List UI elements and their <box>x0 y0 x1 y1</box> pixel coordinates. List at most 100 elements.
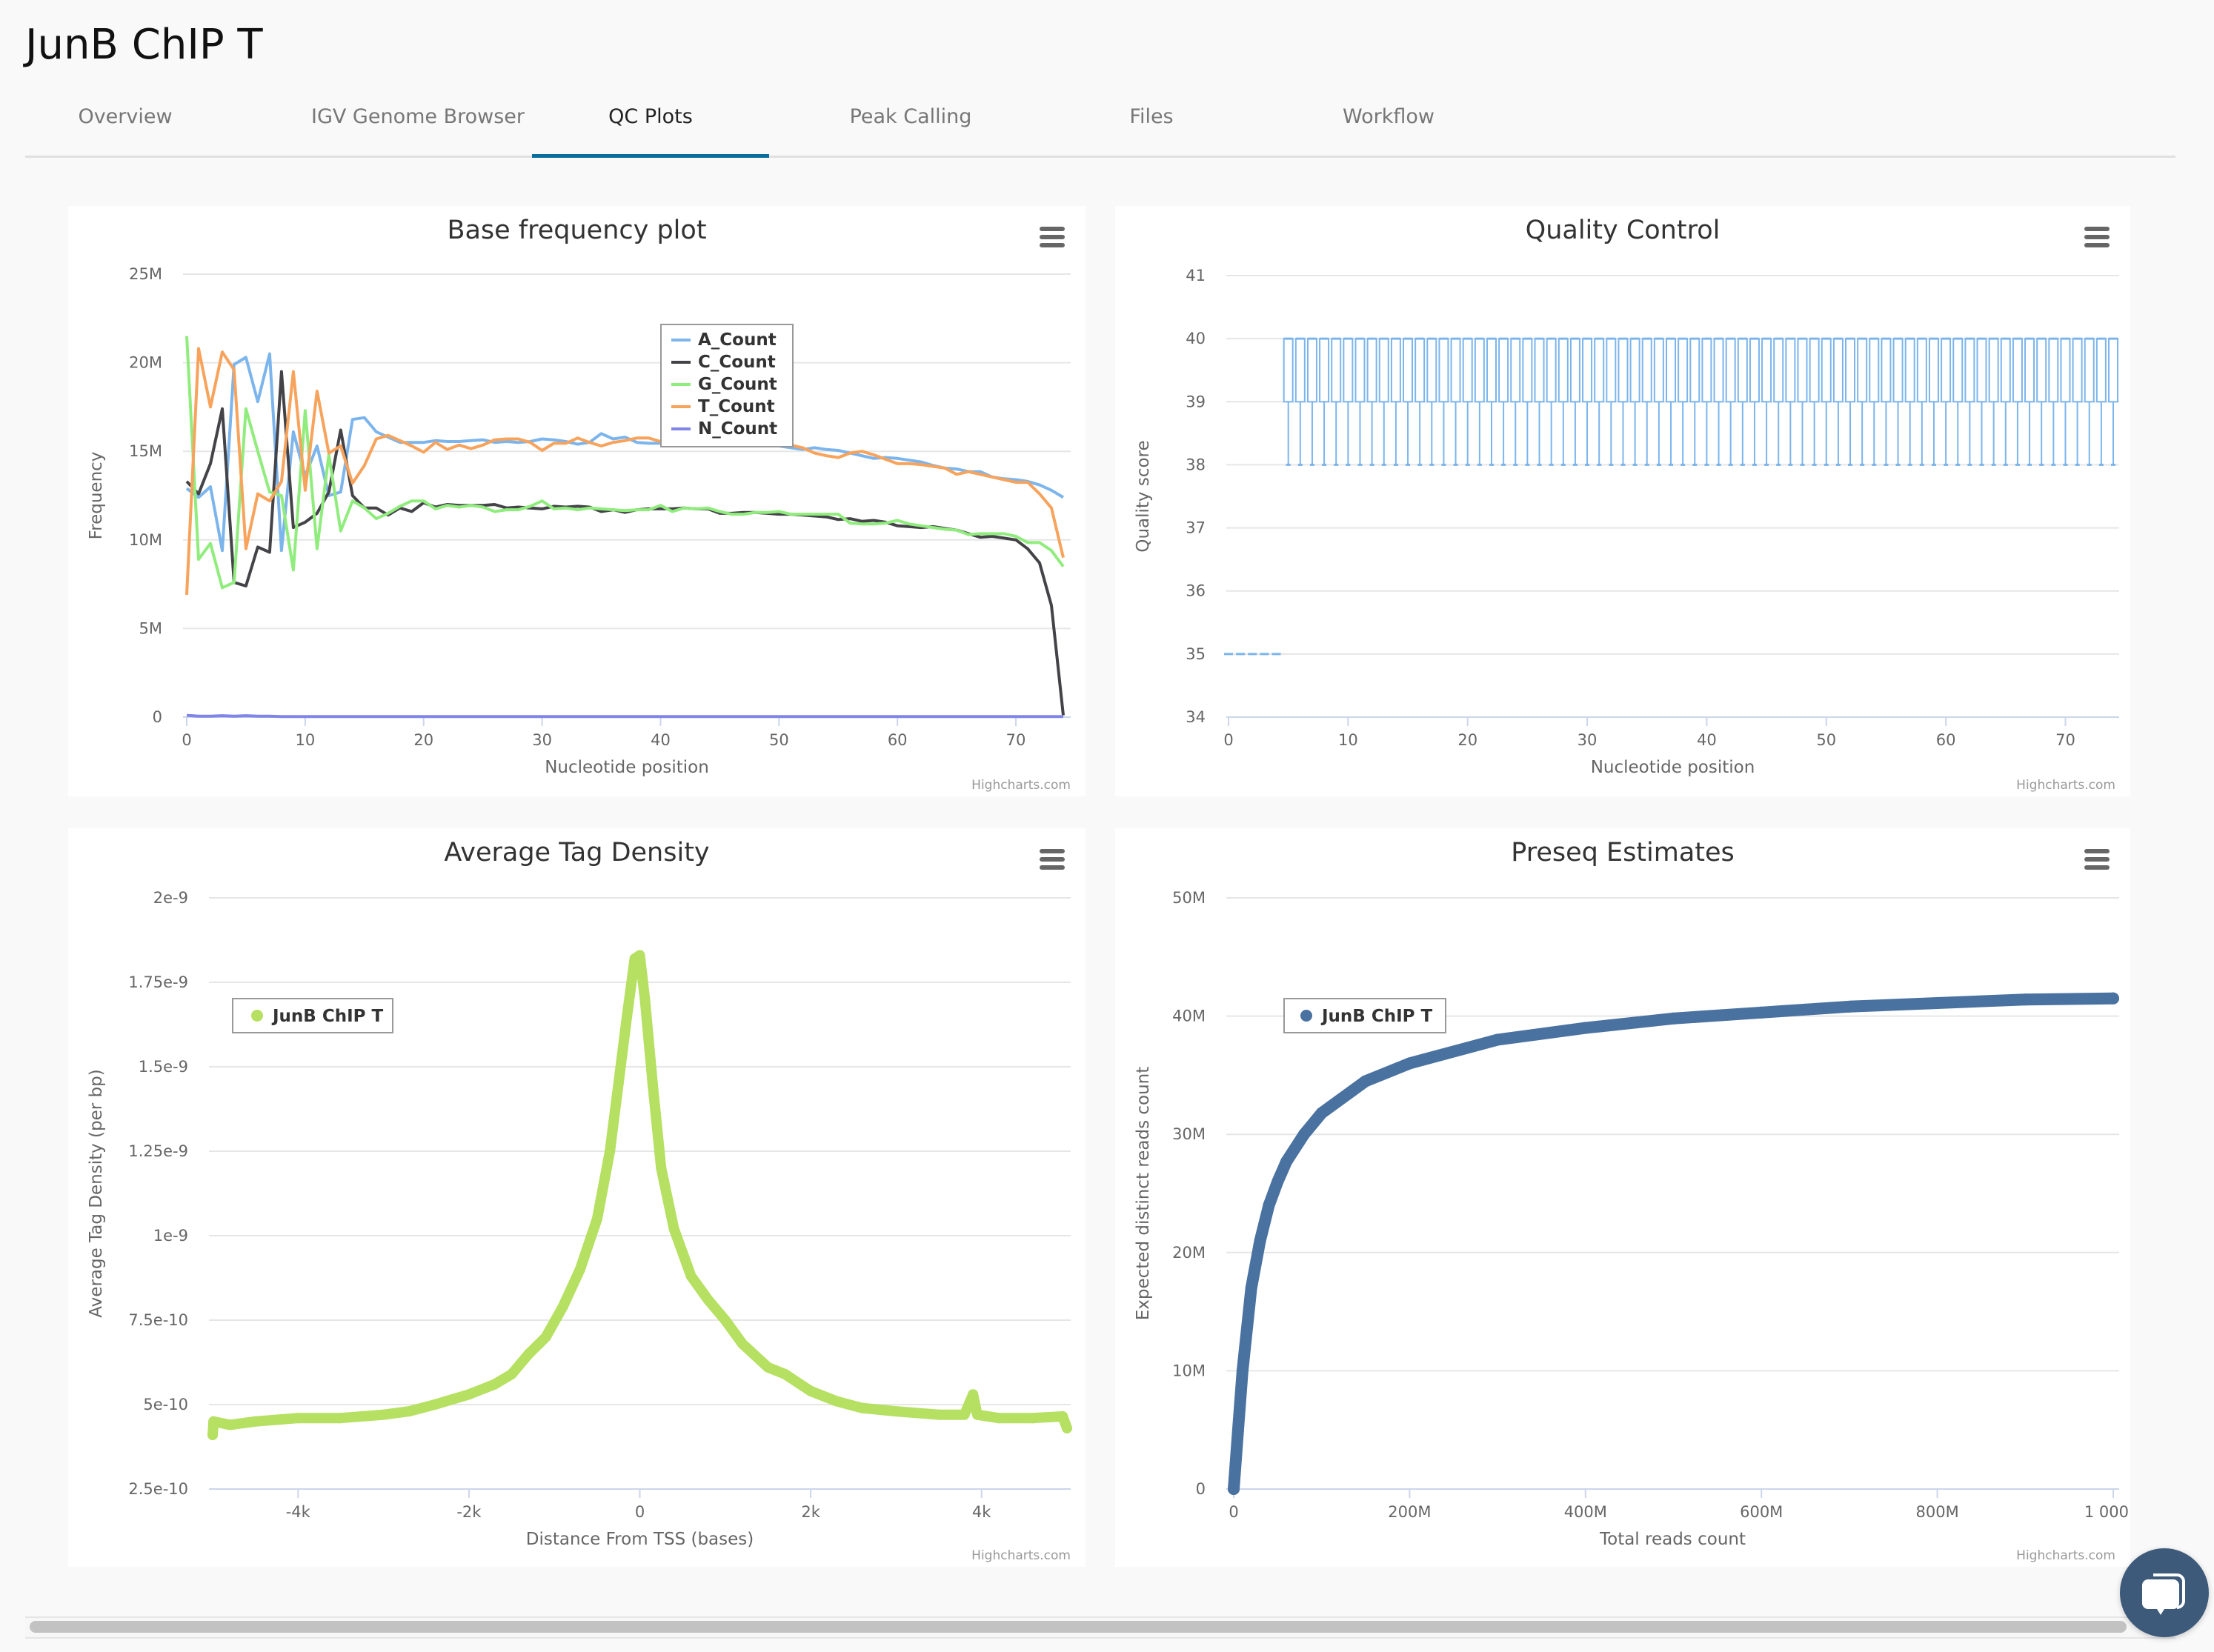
data-point <box>685 1270 697 1282</box>
data-point <box>1245 1282 1257 1294</box>
boxplot-box <box>2000 338 2011 403</box>
boxplot-box <box>1809 338 1820 403</box>
boxplot-box <box>1964 338 1975 403</box>
y-axis-title: Average Tag Density (per bp) <box>87 1069 106 1317</box>
y-tick-label: 1e-9 <box>153 1227 188 1245</box>
x-axis-title: Total reads count <box>1599 1530 1746 1549</box>
horizontal-scrollbar-thumb[interactable] <box>30 1621 2127 1633</box>
highcharts-credit: Highcharts.com <box>2016 1548 2115 1563</box>
hamburger-menu-icon[interactable] <box>1040 227 1065 247</box>
y-tick-label: 5e-10 <box>143 1396 188 1413</box>
data-point <box>634 950 645 961</box>
active-tab-indicator <box>532 154 769 158</box>
highcharts-credit: Highcharts.com <box>971 778 1071 793</box>
data-point <box>557 1301 568 1312</box>
y-tick-label: 36 <box>1186 582 1206 600</box>
data-point <box>1755 1006 1768 1019</box>
y-tick-label: 15M <box>129 442 162 460</box>
boxplot-box <box>1952 338 1964 403</box>
boxplot-box <box>1403 338 1414 403</box>
x-tick-label: 50 <box>769 731 789 749</box>
data-point <box>1667 1012 1680 1025</box>
x-tick-label: 400M <box>1564 1503 1607 1521</box>
boxplot-box <box>1976 338 1987 403</box>
boxplot-box <box>1916 338 1927 403</box>
boxplot-box <box>1641 338 1652 403</box>
boxplot-box <box>1689 338 1701 403</box>
boxplot-box <box>1941 338 1952 403</box>
x-axis-title: Distance From TSS (bases) <box>526 1530 754 1549</box>
data-point <box>489 1379 500 1390</box>
data-point <box>591 1213 602 1225</box>
x-tick-label: 10 <box>1338 731 1358 749</box>
legend-item: A_Count <box>698 330 777 350</box>
boxplot-box <box>1857 338 1868 403</box>
data-point <box>293 1413 304 1424</box>
quality-control-chart: Quality Control Highcharts.com Nucleotide … <box>1134 216 2119 793</box>
boxplot-box <box>1331 338 1342 403</box>
tab-peak-calling[interactable]: Peak Calling <box>774 105 1048 128</box>
boxplot-box <box>1701 338 1712 403</box>
chat-button[interactable] <box>2120 1548 2209 1637</box>
data-point <box>2019 993 2032 1006</box>
x-tick-label: 2k <box>801 1503 820 1521</box>
x-tick-label: 0 <box>1229 1503 1238 1521</box>
boxplot-box <box>1881 338 1892 403</box>
boxplot-box <box>1713 338 1724 403</box>
legend-item: C_Count <box>698 353 776 372</box>
boxplot-box <box>1904 338 1915 403</box>
boxplot-box <box>1666 338 1676 403</box>
data-point <box>668 1223 679 1234</box>
data-point <box>647 1078 658 1089</box>
y-tick-label: 35 <box>1186 645 1206 663</box>
hamburger-menu-icon[interactable] <box>2084 849 2110 870</box>
y-tick-label: 40 <box>1186 330 1206 347</box>
x-tick-label: 200M <box>1388 1503 1431 1521</box>
tab-bar: Overview IGV Genome Browser QC Plots Pea… <box>25 89 2175 158</box>
data-point <box>208 1416 219 1427</box>
x-tick-label: 0 <box>182 731 191 749</box>
x-tick-label: 40 <box>651 731 671 749</box>
chart-title: Base frequency plot <box>447 216 706 245</box>
data-point <box>639 993 651 1005</box>
y-tick-label: 38 <box>1186 456 1206 473</box>
chart-title: Average Tag Density <box>444 838 709 867</box>
tab-files[interactable]: Files <box>1033 105 1270 128</box>
data-point <box>1492 1033 1504 1046</box>
boxplot-box <box>2060 338 2071 403</box>
tab-igv-genome-browser[interactable]: IGV Genome Browser <box>270 105 566 128</box>
legend-symbol <box>251 1010 263 1022</box>
boxplot-box <box>1569 338 1580 403</box>
data-point <box>719 1315 731 1325</box>
data-point <box>934 1409 945 1420</box>
boxplot-box <box>1618 338 1629 403</box>
boxplot-box <box>1737 338 1748 403</box>
tab-overview[interactable]: Overview <box>25 105 225 128</box>
boxplot-box <box>2048 338 2059 403</box>
y-tick-label: 10M <box>1172 1362 1206 1379</box>
boxplot-box <box>1892 338 1904 403</box>
quality-control-panel: Quality Control Highcharts.com Nucleotide … <box>1115 206 2130 796</box>
data-point <box>622 1010 633 1022</box>
boxplot-box <box>1785 338 1796 403</box>
page-title: JunB ChIP T <box>25 21 263 69</box>
x-tick-label: 10 <box>295 731 315 749</box>
data-point <box>2107 992 2119 1005</box>
y-tick-label: 2.5e-10 <box>128 1480 188 1498</box>
legend-item: G_Count <box>698 375 777 394</box>
hamburger-menu-icon[interactable] <box>2084 227 2110 247</box>
tab-qc-plots[interactable]: QC Plots <box>532 105 769 128</box>
data-point <box>378 1409 389 1420</box>
hamburger-menu-icon[interactable] <box>1040 849 1065 870</box>
y-tick-label: 5M <box>139 619 162 637</box>
boxplot-box <box>1378 338 1389 403</box>
boxplot-box <box>1773 338 1784 403</box>
tab-workflow[interactable]: Workflow <box>1270 105 1507 128</box>
data-point <box>959 1409 970 1420</box>
y-tick-label: 25M <box>129 265 162 283</box>
x-axis-title: Nucleotide position <box>1591 758 1755 777</box>
boxplot-box <box>2108 338 2118 403</box>
y-axis-title: Quality score <box>1134 440 1153 552</box>
boxplot-box <box>1319 338 1330 403</box>
boxplot-box <box>2024 338 2035 403</box>
